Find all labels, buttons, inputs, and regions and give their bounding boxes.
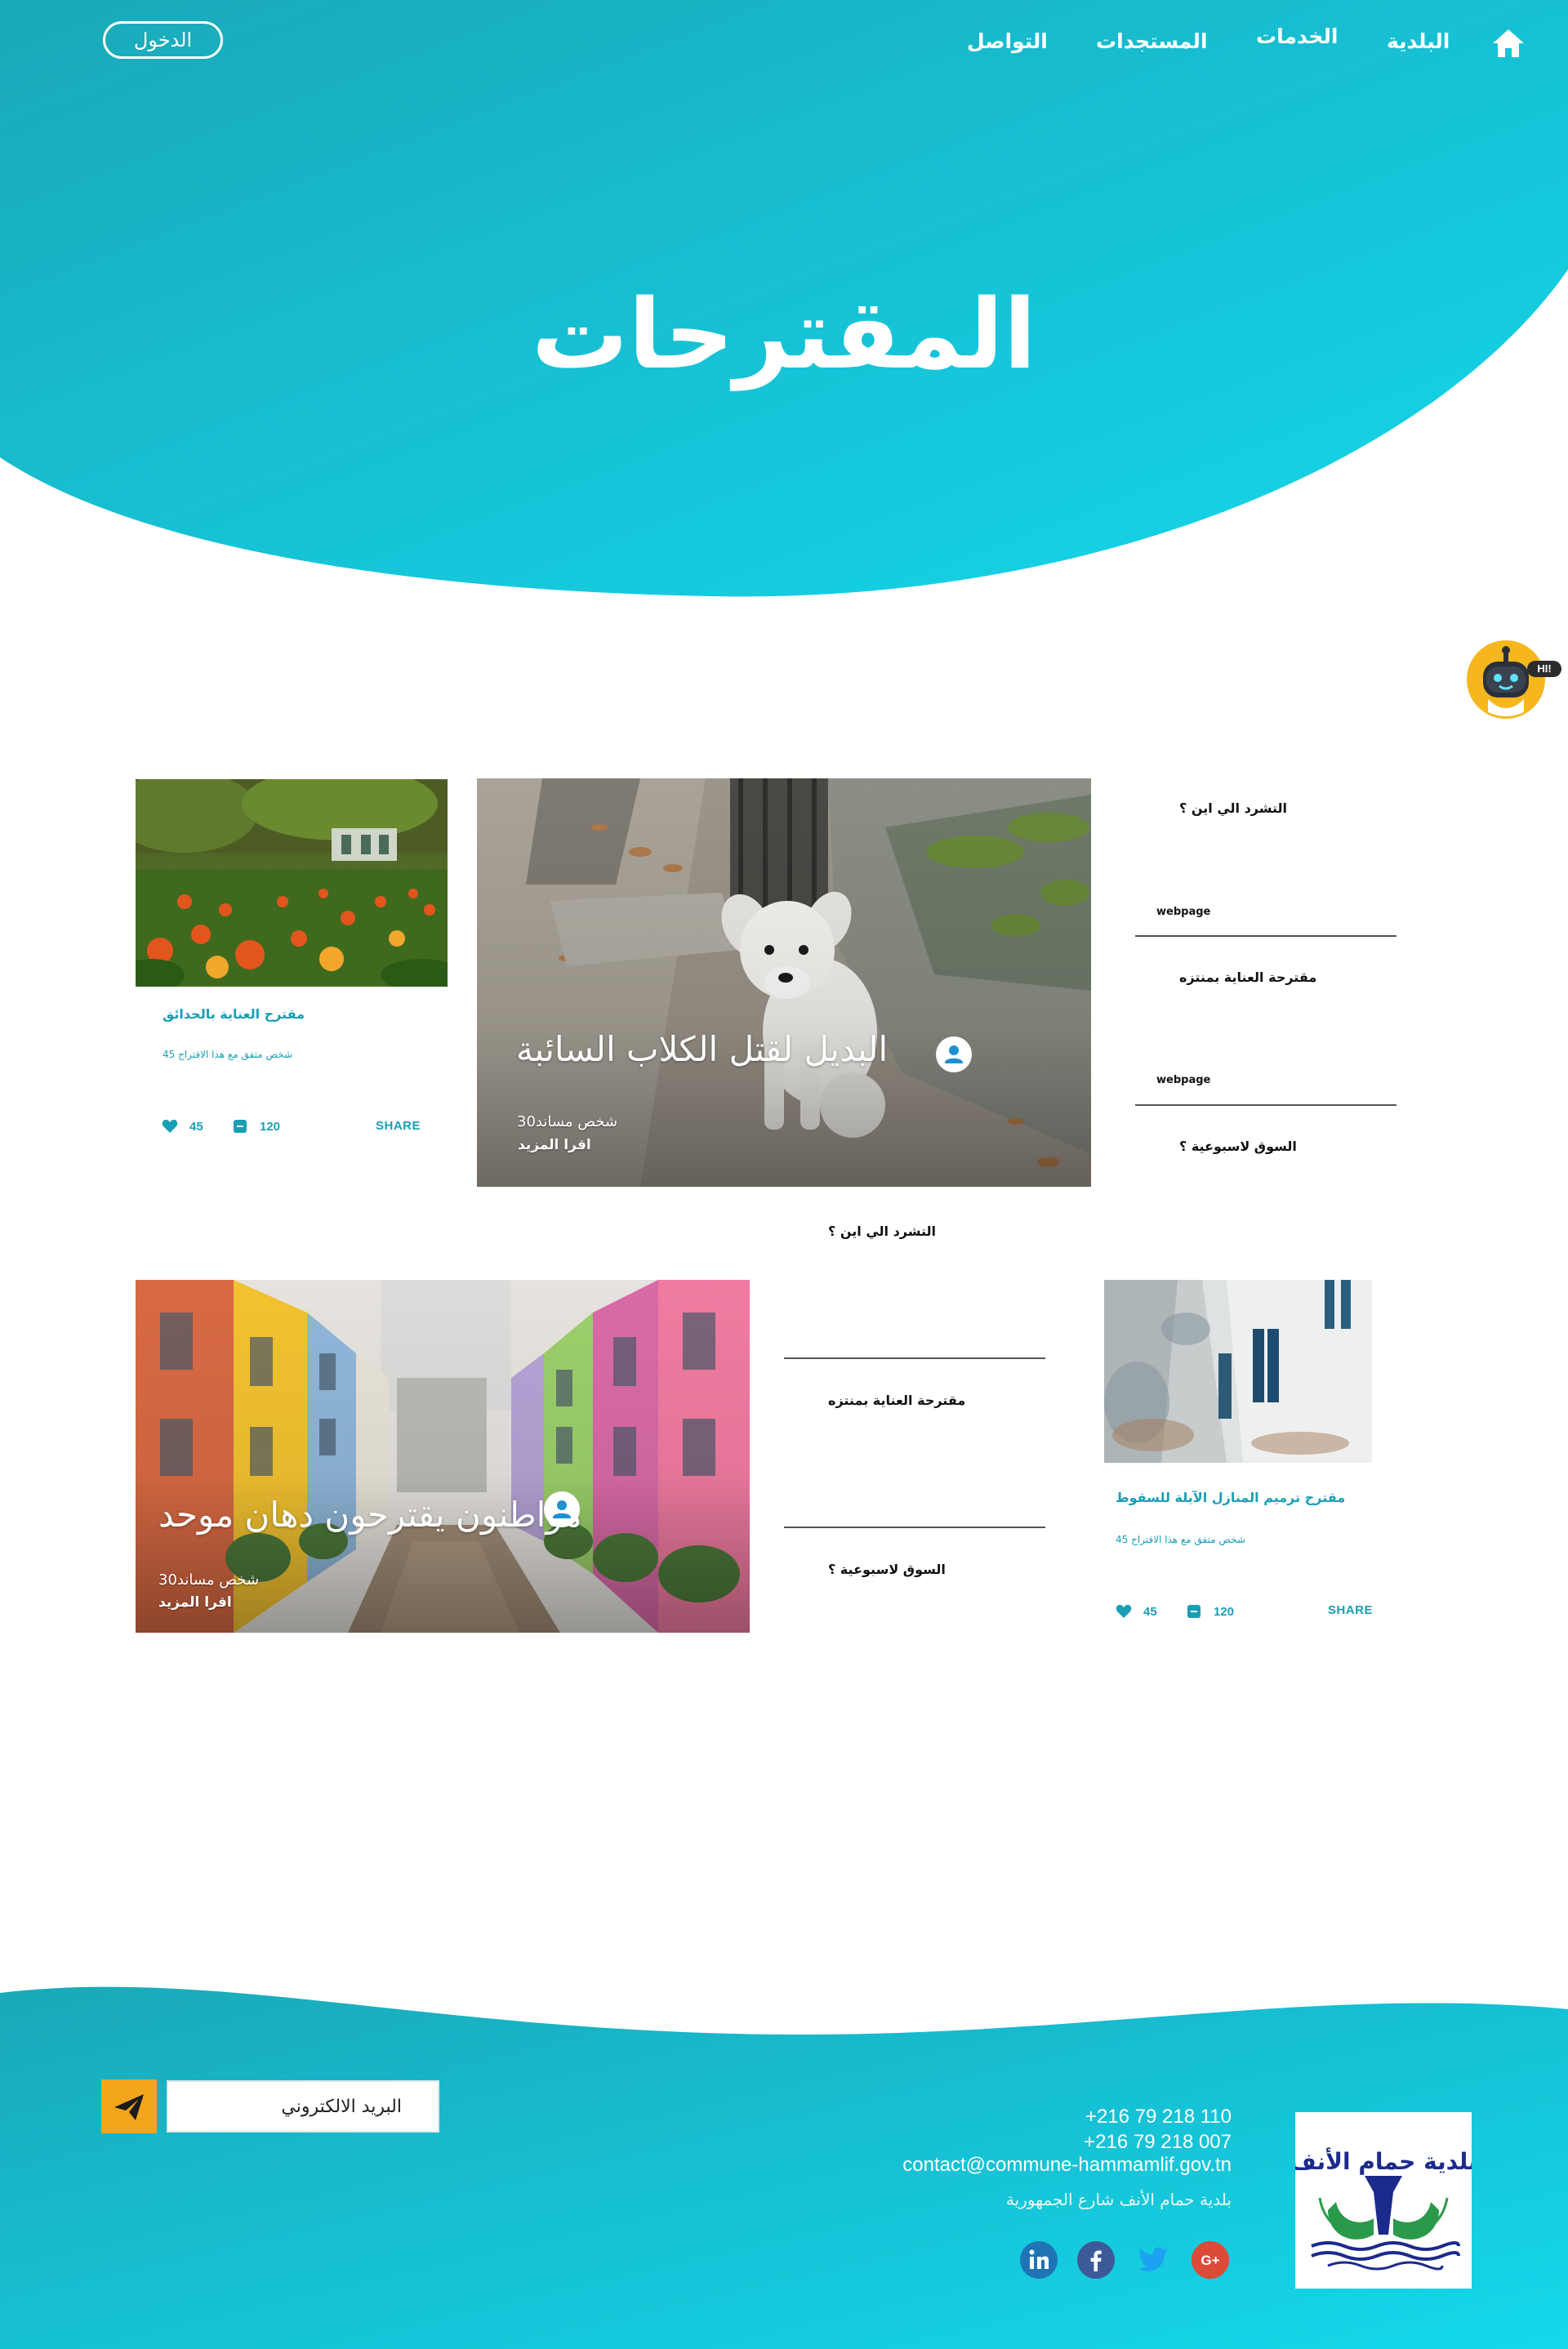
- nav-item-municipality[interactable]: البلدية: [1387, 29, 1450, 53]
- comment-count: 120: [1214, 1604, 1235, 1619]
- sidebar-link-homelessness[interactable]: التشرد الي اين ؟: [828, 1224, 936, 1239]
- sidebar-link-homelessness[interactable]: التشرد الي اين ؟: [1179, 800, 1287, 816]
- garden-image[interactable]: [136, 779, 448, 987]
- share-button[interactable]: SHARE: [1328, 1603, 1373, 1617]
- webpage-label[interactable]: webpage: [1156, 1074, 1210, 1086]
- houses-image[interactable]: [1104, 1280, 1372, 1463]
- email-input[interactable]: [167, 2080, 439, 2133]
- heart-icon: [162, 1119, 178, 1133]
- share-button[interactable]: SHARE: [376, 1119, 421, 1133]
- page-title: المقترحات: [531, 278, 1037, 390]
- paper-plane-icon: [114, 2094, 144, 2120]
- user-icon: [553, 1500, 571, 1518]
- comment-button[interactable]: 120: [1186, 1603, 1234, 1620]
- sidebar-link-park-care[interactable]: مقترحة العناية بمنتزه: [1179, 969, 1316, 985]
- user-icon: [945, 1045, 963, 1063]
- municipality-logo-icon: بلدية حمام الأنف: [1290, 2147, 1477, 2271]
- municipality-logo: بلدية حمام الأنف: [1290, 2112, 1477, 2289]
- like-count: 45: [1143, 1604, 1157, 1619]
- webpage-label[interactable]: webpage: [1156, 906, 1210, 918]
- divider: [1135, 1104, 1396, 1106]
- nav-item-contact[interactable]: التواصل: [967, 29, 1048, 53]
- card-subtitle: 45 شخص متفق مع هذا الاقتراح: [1116, 1534, 1245, 1545]
- chatbot-badge: HI!: [1527, 661, 1561, 677]
- comment-icon: [1187, 1605, 1200, 1618]
- read-more-link[interactable]: اقرا المزيد: [518, 1137, 591, 1153]
- svg-text:G+: G+: [1200, 2253, 1219, 2268]
- linkedin-icon[interactable]: [1019, 2240, 1058, 2280]
- divider: [784, 1527, 1045, 1528]
- facebook-icon[interactable]: [1076, 2240, 1116, 2280]
- nav-item-services[interactable]: الخدمات: [1256, 25, 1338, 48]
- heart-icon: [1116, 1604, 1132, 1618]
- contact-email[interactable]: contact@commune-hammamlif.gov.tn: [902, 2154, 1232, 2177]
- subscribe-send-button[interactable]: [101, 2079, 157, 2133]
- sidebar-link-weekly-market[interactable]: السوق لاسبوعية ؟: [828, 1562, 946, 1577]
- author-avatar: [544, 1491, 580, 1527]
- google-plus-icon[interactable]: G+: [1191, 2240, 1230, 2280]
- like-count: 45: [189, 1119, 203, 1134]
- phone-number: +216 79 218 007: [1084, 2131, 1232, 2153]
- phone-number: +216 79 218 110: [1085, 2106, 1232, 2128]
- like-button[interactable]: 45: [162, 1118, 203, 1134]
- divider: [784, 1357, 1045, 1359]
- card-title[interactable]: مقترح ترميم المنازل الآيلة للسقوط: [1116, 1490, 1345, 1505]
- like-button[interactable]: 45: [1116, 1603, 1157, 1620]
- nav-item-news[interactable]: المستجدات: [1096, 29, 1208, 53]
- sidebar-link-weekly-market[interactable]: السوق لاسبوعية ؟: [1179, 1139, 1297, 1154]
- supporters-count: 30شخص مساند: [517, 1113, 618, 1130]
- address: بلدية حمام الأنف شارع الجمهورية: [1005, 2190, 1232, 2209]
- comment-button[interactable]: 120: [232, 1118, 280, 1134]
- author-avatar: [936, 1036, 972, 1072]
- divider: [1135, 935, 1396, 937]
- hero-banner: الدخول التواصل المستجدات الخدمات البلدية…: [0, 0, 1568, 604]
- svg-text:بلدية حمام الأنف: بلدية حمام الأنف: [1295, 2147, 1472, 2175]
- supporters-count: 30شخص مساند: [158, 1571, 260, 1589]
- featured-card-title[interactable]: مواطنون يقترحون دهان موحد: [158, 1495, 582, 1535]
- chatbot-icon[interactable]: [1465, 639, 1547, 720]
- login-button[interactable]: الدخول: [103, 21, 223, 59]
- featured-card-title[interactable]: البديل لقتل الكلاب السائبة: [516, 1029, 888, 1069]
- comment-icon: [234, 1120, 247, 1133]
- card-title[interactable]: مقترح العناية بالحدائق: [163, 1006, 305, 1022]
- home-icon[interactable]: [1491, 28, 1526, 59]
- sidebar-link-park-care[interactable]: مقترحة العناية بمنتزه: [828, 1393, 965, 1408]
- read-more-link[interactable]: اقرا المزيد: [158, 1594, 232, 1611]
- twitter-icon[interactable]: [1134, 2240, 1173, 2280]
- comment-count: 120: [260, 1119, 281, 1134]
- card-subtitle: 45 شخص متفق مع هذا الاقتراح: [163, 1049, 292, 1060]
